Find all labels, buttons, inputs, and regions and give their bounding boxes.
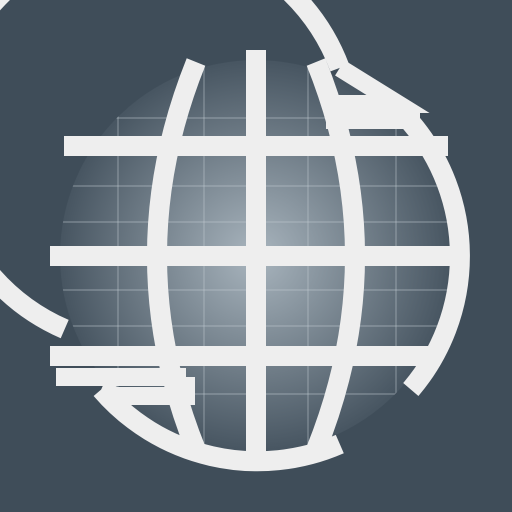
globe-app-icon: [0, 0, 512, 512]
globe-icon: [0, 0, 512, 512]
